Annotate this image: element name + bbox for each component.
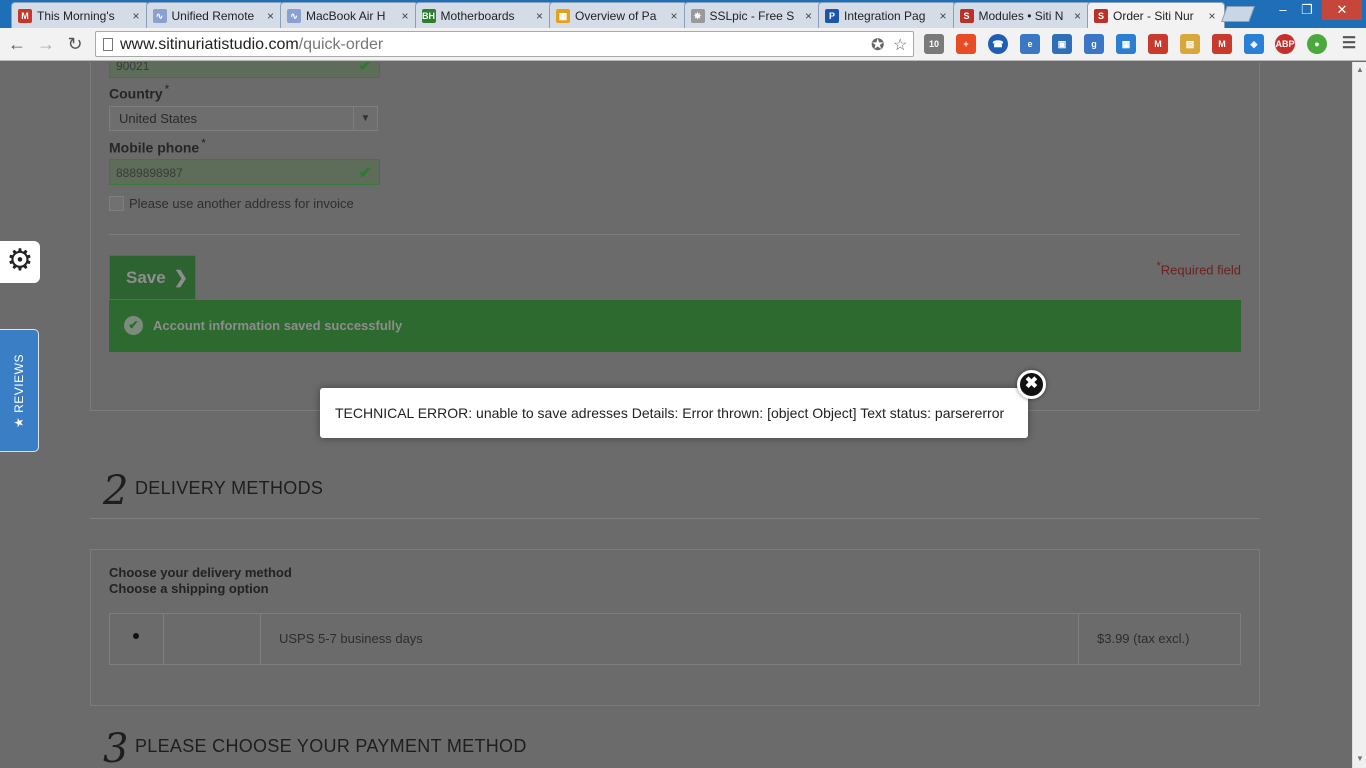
prestashop-icon: S <box>959 8 974 23</box>
chevron-down-icon: ▼ <box>353 107 377 130</box>
radio-cell <box>110 614 164 664</box>
chevron-right-icon: ❯ <box>173 268 188 287</box>
loading-icon: ∿ <box>287 8 301 23</box>
valid-check-icon: ✔ <box>358 165 372 182</box>
loading-icon: ∿ <box>152 8 167 23</box>
minimize-icon[interactable]: – <box>1272 0 1294 20</box>
browser-tab[interactable]: M This Morning's × <box>11 2 149 28</box>
reload-icon[interactable]: ↻ <box>64 33 86 55</box>
shipping-radio[interactable] <box>129 629 143 643</box>
calendar-icon[interactable]: ▦ <box>1116 34 1136 54</box>
mail-icon[interactable]: M <box>1148 34 1168 54</box>
close-window-icon[interactable]: ✕ <box>1322 0 1362 20</box>
restore-icon[interactable]: ❐ <box>1296 0 1318 20</box>
prestashop-icon: S <box>1094 8 1108 23</box>
extension-icon[interactable]: ▣ <box>1052 34 1072 54</box>
scrollbar[interactable]: ▲ ▼ <box>1352 62 1366 768</box>
scroll-up-icon[interactable]: ▲ <box>1356 65 1364 74</box>
divider <box>109 234 1240 235</box>
bh-icon: BH <box>421 8 436 23</box>
extension-icon[interactable]: + <box>956 34 976 54</box>
extension-icon[interactable]: ☎ <box>988 34 1008 54</box>
invoice-address-checkbox[interactable] <box>109 196 124 211</box>
tab-title: Unified Remote <box>171 8 255 23</box>
tab-close-icon[interactable]: × <box>668 9 680 23</box>
bookmark-star-icon[interactable]: ☆ <box>893 35 907 55</box>
error-dialog: TECHNICAL ERROR: unable to save adresses… <box>320 388 1028 438</box>
save-button[interactable]: Save ❯ <box>109 255 196 300</box>
tab-title: SSLpic - Free S <box>709 8 795 23</box>
extension-icon[interactable]: 10 <box>924 34 944 54</box>
new-tab-button[interactable] <box>1221 6 1255 22</box>
close-icon[interactable]: ✖ <box>1017 370 1046 399</box>
extension-icon[interactable]: g <box>1084 34 1104 54</box>
paypal-icon: P <box>825 8 839 23</box>
scroll-down-icon[interactable]: ▼ <box>1356 754 1364 763</box>
zip-field[interactable]: 90021 ✔ <box>109 62 380 78</box>
extension-icon[interactable]: ▧ <box>1180 34 1200 54</box>
check-circle-icon: ✔ <box>124 316 143 335</box>
gmail-icon[interactable]: M <box>1212 34 1232 54</box>
country-label: Country * <box>109 82 170 102</box>
payment-heading: 3 PLEASE CHOOSE YOUR PAYMENT METHOD <box>103 726 527 768</box>
page-icon: ▦ <box>556 8 570 23</box>
tab-close-icon[interactable]: × <box>803 9 815 23</box>
phone-field[interactable]: 8889898987 ✔ <box>109 159 380 185</box>
browser-tab[interactable]: ∿ MacBook Air H × <box>280 2 418 28</box>
extension-icon[interactable]: ◈ <box>1244 34 1264 54</box>
delivery-method-label: Choose your delivery method <box>109 565 292 580</box>
tab-title: This Morning's <box>37 8 115 23</box>
carrier-logo-cell <box>164 614 261 664</box>
shipping-option-row[interactable]: USPS 5-7 business days $3.99 (tax excl.) <box>109 613 1241 665</box>
address-bar[interactable]: www.sitinuriatistudio.com/quick-order ✪ … <box>95 31 914 57</box>
country-select[interactable]: United States ▼ <box>109 106 378 131</box>
tab-title: Integration Pag <box>844 8 926 23</box>
phone-label: Mobile phone * <box>109 136 206 156</box>
page-icon <box>103 38 113 51</box>
adblock-icon[interactable]: ABP <box>1275 34 1295 54</box>
browser-tab[interactable]: S Modules • Siti N × <box>952 2 1091 28</box>
invoice-address-label: Please use another address for invoice <box>129 196 354 211</box>
shipping-price: $3.99 (tax excl.) <box>1097 631 1190 646</box>
tab-close-icon[interactable]: × <box>399 9 411 23</box>
tab-close-icon[interactable]: × <box>265 9 277 23</box>
browser-tab[interactable]: ∿ Unified Remote × <box>145 2 284 28</box>
tab-strip: M This Morning's × ∿ Unified Remote × ∿ MacBook… <box>0 0 1366 28</box>
tab-close-icon[interactable]: × <box>937 9 949 23</box>
required-field-note: *Required field <box>1156 260 1242 278</box>
tab-close-icon[interactable]: × <box>1072 9 1084 23</box>
carrier-name: USPS 5-7 business days <box>261 614 1079 664</box>
url-text: www.sitinuriatistudio.com/quick-order <box>120 36 384 53</box>
extension-icon[interactable]: ● <box>1307 34 1327 54</box>
error-message: TECHNICAL ERROR: unable to save adresses… <box>335 405 1005 421</box>
valid-check-icon: ✔ <box>358 62 372 75</box>
gear-icon[interactable]: ⚙ <box>0 241 40 283</box>
menu-icon[interactable]: ☰ <box>1339 34 1359 54</box>
reviews-tab[interactable]: ★ REVIEWS <box>0 329 39 452</box>
tab-close-icon[interactable]: × <box>1206 9 1218 23</box>
tab-title: Modules • Siti N <box>978 8 1064 23</box>
browser-tab[interactable]: S Order - Siti Nur × <box>1087 2 1225 28</box>
back-icon[interactable]: ← <box>6 33 28 55</box>
shipping-option-label: Choose a shipping option <box>109 581 269 596</box>
browser-tab[interactable]: ▦ Overview of Pa × <box>549 2 687 28</box>
tab-close-icon[interactable]: × <box>534 9 546 23</box>
browser-tab[interactable]: P Integration Pag × <box>818 2 956 28</box>
extension-icon[interactable]: e <box>1020 34 1040 54</box>
divider <box>90 518 1260 519</box>
translate-icon[interactable]: ✪ <box>871 35 884 55</box>
gmail-icon: M <box>18 8 32 23</box>
browser-tab[interactable]: BH Motherboards × <box>414 2 553 28</box>
browser-tab[interactable]: ✵ SSLpic - Free S × <box>683 2 822 28</box>
tab-title: Order - Siti Nur <box>1113 8 1194 23</box>
browser-toolbar: ← → ↻ www.sitinuriatistudio.com/quick-or… <box>0 28 1366 61</box>
tab-title: Overview of Pa <box>575 8 657 23</box>
delivery-heading: 2 DELIVERY METHODS <box>103 468 324 514</box>
forward-icon[interactable]: → <box>35 33 57 55</box>
tab-close-icon[interactable]: × <box>130 9 142 23</box>
tab-title: MacBook Air H <box>306 8 386 23</box>
loading-icon: ✵ <box>690 8 705 23</box>
success-banner: ✔ Account information saved successfully <box>109 300 1241 352</box>
tab-title: Motherboards <box>440 8 515 23</box>
